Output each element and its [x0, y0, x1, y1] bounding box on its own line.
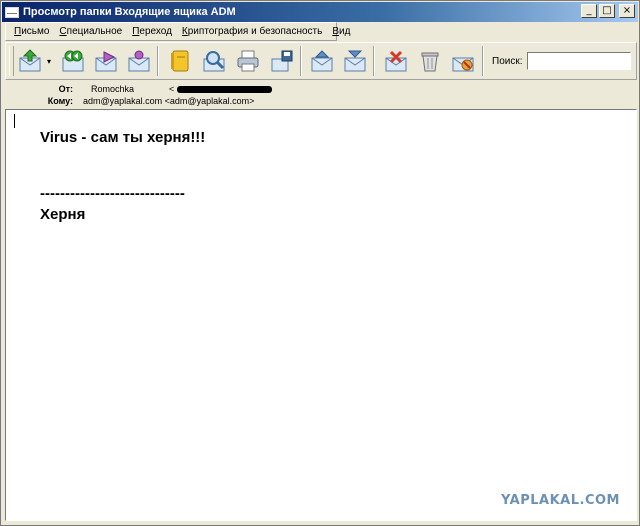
forward-icon[interactable] — [94, 49, 118, 73]
get-mail-icon[interactable] — [18, 49, 42, 73]
message-header: От: Romochka < Кому: adm@yaplakal.com <a… — [5, 81, 637, 108]
address-book-icon[interactable] — [168, 49, 192, 73]
from-bracket: < — [169, 84, 175, 94]
mail-window: Просмотр папки Входящие ящика ADM _ □ × … — [0, 0, 640, 526]
search-label: Поиск: — [492, 56, 523, 67]
menu-go[interactable]: Переход — [127, 26, 177, 37]
envelope-icon — [5, 6, 19, 18]
text-caret — [14, 114, 15, 128]
menu-bar: Письмо Специальное Переход Криптография … — [5, 22, 350, 41]
from-name[interactable]: Romochka — [79, 84, 169, 94]
menu-view[interactable]: Вид — [327, 26, 355, 37]
print-icon[interactable] — [236, 49, 260, 73]
minimize-button[interactable]: _ — [581, 4, 597, 18]
toolbar: ▾ Поиск: — [5, 42, 637, 80]
close-button[interactable]: × — [619, 4, 635, 18]
toolbar-grip[interactable] — [9, 46, 14, 76]
reply-all-icon[interactable] — [61, 49, 85, 73]
menu-pismo[interactable]: Письмо — [6, 26, 54, 37]
previous-message-icon[interactable] — [310, 49, 334, 73]
message-body[interactable]: Virus - сам ты херня!!! ----------------… — [5, 109, 637, 521]
save-icon[interactable] — [270, 49, 294, 73]
get-mail-dropdown-arrow[interactable]: ▾ — [47, 57, 51, 66]
toolbar-separator — [482, 46, 484, 76]
find-icon[interactable] — [202, 49, 226, 73]
message-line-1: Virus - сам ты херня!!! — [40, 129, 206, 146]
next-message-icon[interactable] — [343, 49, 367, 73]
menu-crypto[interactable]: Криптография и безопасность — [177, 26, 327, 37]
toolbar-separator — [157, 46, 159, 76]
from-label: От: — [58, 84, 73, 94]
junk-icon[interactable] — [451, 49, 475, 73]
search-input[interactable] — [527, 52, 631, 70]
maximize-button[interactable]: □ — [599, 4, 615, 18]
title-bar[interactable]: Просмотр папки Входящие ящика ADM _ □ × — [2, 2, 638, 22]
window-title: Просмотр папки Входящие ящика ADM — [23, 6, 236, 18]
redacted-address — [177, 85, 273, 93]
toolbar-separator — [373, 46, 375, 76]
new-message-icon[interactable] — [127, 49, 151, 73]
message-separator: ----------------------------- — [40, 185, 185, 202]
to-value[interactable]: adm@yaplakal.com <adm@yaplakal.com> — [79, 96, 254, 106]
message-line-2: Херня — [40, 206, 86, 223]
menu-special[interactable]: Специальное — [54, 26, 127, 37]
to-row: Кому: adm@yaplakal.com <adm@yaplakal.com… — [5, 95, 255, 107]
to-label: Кому: — [47, 96, 73, 106]
trash-icon[interactable] — [418, 49, 442, 73]
toolbar-separator — [300, 46, 302, 76]
watermark: YAPLAKAL.COM — [501, 493, 620, 508]
delete-icon[interactable] — [384, 49, 408, 73]
from-row: От: Romochka < — [5, 83, 273, 95]
